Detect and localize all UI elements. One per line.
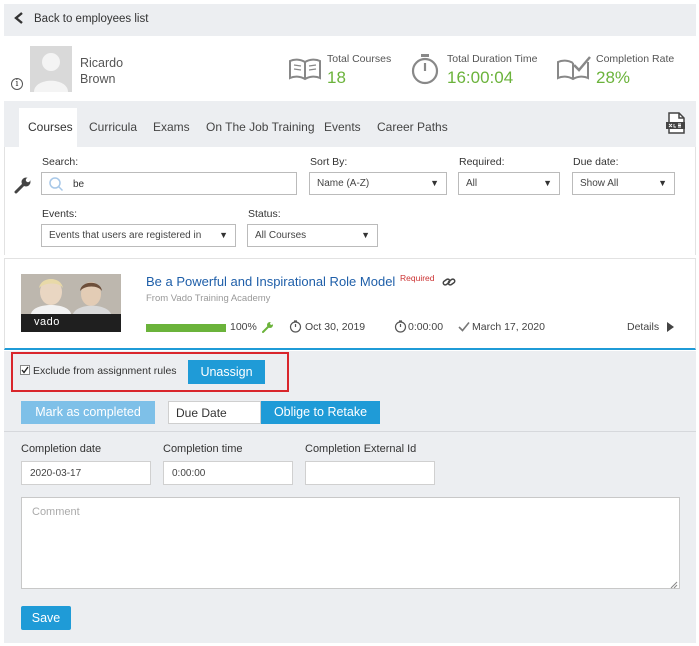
sort-label: Sort By: [310,156,348,168]
completion-date-field[interactable]: 2020-03-17 [21,461,151,485]
comment-textarea[interactable]: Comment [21,497,680,589]
course-duration: 0:00:00 [408,321,444,333]
total-duration-value: 16:00:04 [447,68,514,87]
total-courses-label: Total Courses [327,53,392,65]
wrench-icon[interactable] [14,176,32,197]
oblige-retake-button[interactable]: Oblige to Retake [261,401,380,424]
status-select[interactable]: All Courses ▼ [247,224,378,247]
stopwatch-icon [394,320,407,336]
events-label: Events: [42,208,78,220]
events-select[interactable]: Events that users are registered in ▼ [41,224,236,247]
resize-handle-icon[interactable] [669,578,678,592]
due-date-value: Show All [580,178,619,189]
employee-last-name: Brown [80,72,116,86]
exclude-checkbox[interactable] [20,365,30,375]
status-label: Status: [248,208,281,220]
completion-rate-label: Completion Rate [596,53,675,65]
course-title[interactable]: Be a Powerful and Inspirational Role Mod… [146,274,395,289]
events-value: Events that users are registered in [49,230,202,241]
required-select[interactable]: All ▼ [458,172,560,195]
tab-courses[interactable]: Courses [28,120,73,134]
completion-date-label: Completion date [21,443,102,455]
required-value: All [466,178,478,189]
due-date-input[interactable]: Due Date [168,401,261,424]
search-label: Search: [42,156,79,168]
chevron-left-icon[interactable] [14,12,24,26]
divider [4,431,696,432]
save-button[interactable]: Save [21,606,71,630]
completion-time-field[interactable]: 0:00:00 [163,461,293,485]
book-icon [288,57,322,84]
required-label: Required: [459,156,505,168]
tab-on-the-job-training[interactable]: On The Job Training [206,120,315,134]
due-date-label: Due date: [573,156,619,168]
progress-bar [146,324,226,332]
total-courses-value: 18 [327,68,346,87]
exclude-label[interactable]: Exclude from assignment rules [33,365,177,377]
status-value: All Courses [255,230,307,241]
stopwatch-icon [410,53,440,88]
course-thumbnail[interactable]: vado [21,274,121,332]
course-provider: From Vado Training Academy [146,293,271,304]
avatar [30,46,72,92]
tab-events[interactable]: Events [324,120,361,134]
sort-select[interactable]: Name (A-Z) ▼ [309,172,447,195]
stopwatch-icon [289,320,302,336]
unassign-button[interactable]: Unassign [188,360,265,384]
sort-value: Name (A-Z) [317,178,370,189]
link-icon[interactable] [442,276,456,291]
progress-value: 100% [230,321,257,333]
completion-time-label: Completion time [163,443,243,455]
due-date-select[interactable]: Show All ▼ [572,172,675,195]
completion-rate-value: 28% [596,68,631,87]
tab-exams[interactable]: Exams [153,120,190,134]
chevron-down-icon: ▼ [543,178,552,188]
tab-career-paths[interactable]: Career Paths [377,120,448,134]
checkmark-icon [458,321,470,335]
chevron-right-icon[interactable] [667,321,674,335]
search-value: be [73,179,85,190]
employee-first-name: Ricardo [80,56,124,70]
total-duration-label: Total Duration Time [447,53,538,65]
completion-external-id-label: Completion External Id [305,443,417,455]
mark-completed-button[interactable]: Mark as completed [21,401,155,424]
search-icon [48,176,64,195]
tab-curricula[interactable]: Curricula [89,120,137,134]
chevron-down-icon: ▼ [219,230,228,240]
chevron-down-icon: ▼ [430,178,439,188]
wrench-icon [262,321,274,336]
chevron-down-icon: ▼ [361,230,370,240]
details-link[interactable]: Details [627,321,659,333]
info-icon[interactable]: i [11,78,23,90]
export-excel-icon[interactable] [665,112,687,137]
course-start-date: Oct 30, 2019 [305,321,366,333]
thumbnail-brand: vado [34,316,60,328]
back-to-employees-link[interactable]: Back to employees list [34,13,148,25]
book-check-icon [556,55,592,84]
search-input[interactable]: be [41,172,297,195]
required-badge: Required [400,273,435,283]
course-completed-date: March 17, 2020 [472,321,545,333]
completion-external-id-field[interactable] [305,461,435,485]
chevron-down-icon: ▼ [658,178,667,188]
